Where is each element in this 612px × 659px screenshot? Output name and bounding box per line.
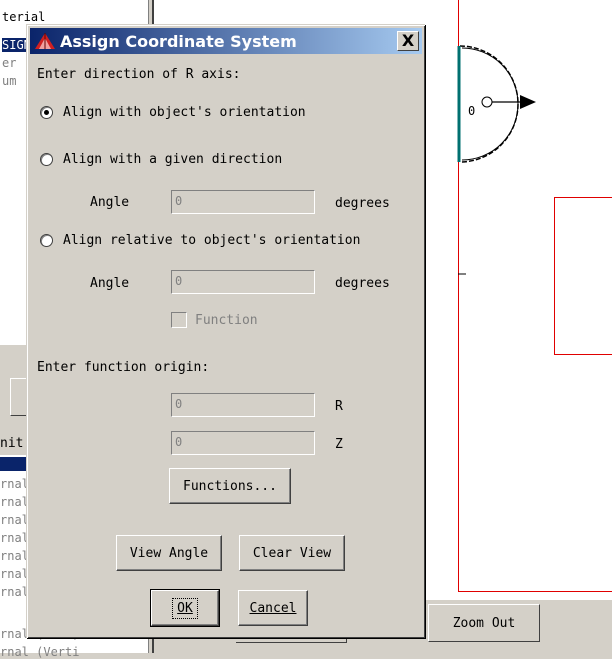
canvas-origin-marker: 0 (468, 104, 476, 118)
angle-input-given[interactable]: 0 (171, 190, 315, 214)
dialog-title: Assign Coordinate System (60, 32, 297, 51)
cancel-button-label: Cancel (249, 600, 297, 616)
view-angle-button[interactable]: View Angle (116, 535, 222, 571)
list-item[interactable]: terial (2, 10, 45, 24)
radio-align-given-direction-label[interactable]: Align with a given direction (63, 152, 282, 167)
radio-align-object[interactable] (40, 106, 53, 119)
list-item[interactable]: rnal (0, 531, 29, 545)
function-checkbox-label: Function (195, 313, 258, 328)
list-item[interactable]: er (2, 56, 16, 70)
list-item[interactable]: rnal (0, 585, 29, 599)
list-item[interactable]: rnal (0, 477, 29, 491)
zoom-out-button[interactable]: Zoom Out (428, 604, 540, 642)
radio-align-given-direction[interactable] (40, 153, 53, 166)
clear-view-button[interactable]: Clear View (239, 535, 345, 571)
list-item[interactable]: rnal (0, 513, 29, 527)
r-axis-heading: Enter direction of R axis: (37, 67, 241, 82)
angle-label: Angle (90, 195, 130, 210)
angle-input-relative[interactable]: 0 (171, 270, 315, 294)
app-logo-icon (35, 33, 55, 49)
list-item[interactable]: rnal (0, 567, 29, 581)
origin-r-input[interactable]: 0 (171, 393, 315, 417)
functions-button[interactable]: Functions... (169, 468, 291, 504)
radio-align-object-label[interactable]: Align with object's orientation (63, 105, 306, 120)
angle-unit: degrees (335, 276, 390, 291)
dialog-titlebar[interactable]: Assign Coordinate System X (30, 28, 422, 54)
close-button[interactable]: X (397, 31, 419, 51)
angle-unit: degrees (335, 196, 390, 211)
list-item[interactable]: rnal (0, 495, 29, 509)
origin-z-label: Z (335, 437, 343, 452)
assign-coordinate-system-dialog: Assign Coordinate System X Enter directi… (26, 24, 425, 638)
list-item[interactable]: rnal (0, 549, 29, 563)
list-item[interactable]: rnal (Verti (0, 645, 79, 659)
function-origin-heading: Enter function origin: (37, 360, 210, 375)
cancel-button[interactable]: Cancel (238, 590, 308, 626)
origin-r-label: R (335, 399, 343, 414)
function-checkbox[interactable] (171, 312, 187, 328)
origin-z-input[interactable]: 0 (171, 431, 315, 455)
angle-label: Angle (90, 276, 130, 291)
ok-button-label: OK (172, 597, 198, 619)
list-item[interactable]: SIGN (2, 38, 26, 52)
ok-button[interactable]: OK (150, 589, 220, 627)
list-item[interactable]: um (2, 74, 16, 88)
radio-align-relative[interactable] (40, 234, 53, 247)
radio-align-relative-label[interactable]: Align relative to object's orientation (63, 233, 360, 248)
